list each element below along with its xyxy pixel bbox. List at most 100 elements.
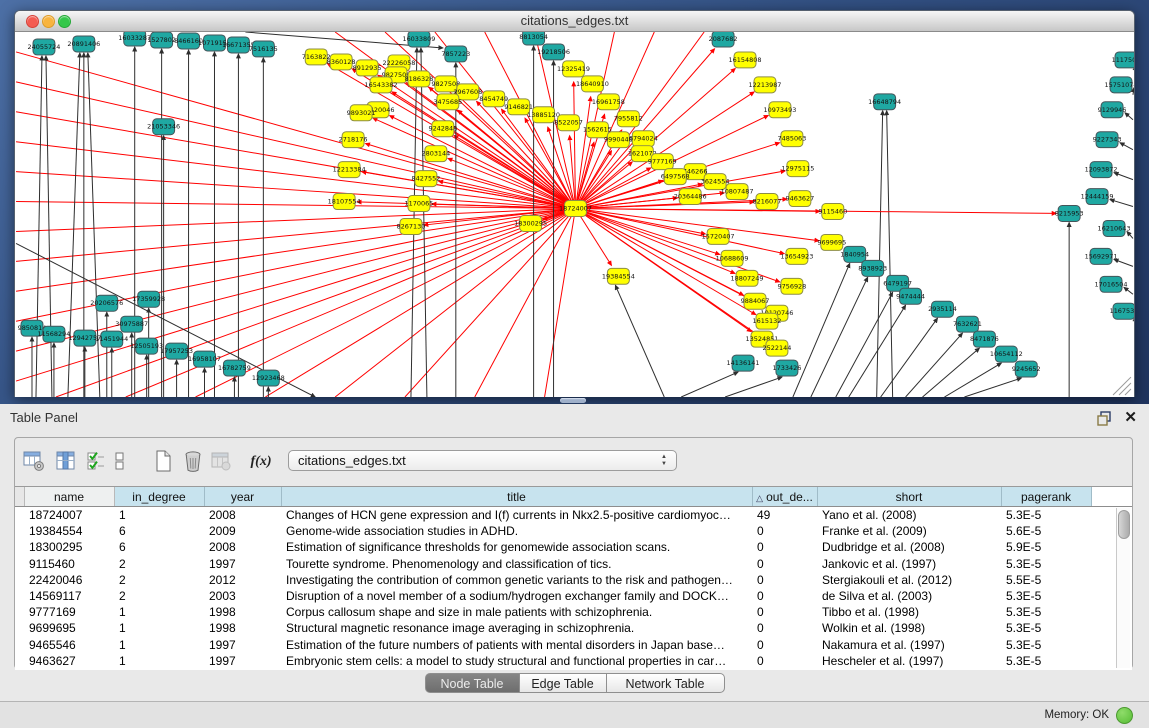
column-header-title[interactable]: title: [281, 487, 752, 507]
table-row[interactable]: 946362711997Embryonic stem cells: a mode…: [15, 653, 1132, 669]
float-panel-icon[interactable]: [1096, 410, 1113, 427]
column-header-name[interactable]: name: [24, 487, 114, 507]
table-cell[interactable]: 9115460: [24, 556, 114, 572]
show-column-button[interactable]: [53, 449, 79, 475]
network-window[interactable]: citations_edges.txt 18724007183002957163…: [14, 10, 1135, 397]
column-header-out_de...[interactable]: △out_de...: [752, 487, 817, 507]
table-cell[interactable]: 1998: [204, 620, 281, 636]
table-cell[interactable]: 49: [752, 507, 817, 524]
table-cell[interactable]: 2: [114, 572, 204, 588]
table-cell[interactable]: 5.3E-5: [1001, 588, 1091, 604]
table-cell[interactable]: 5.5E-5: [1001, 572, 1091, 588]
table-cell[interactable]: Franke et al. (2009): [817, 523, 1001, 539]
table-cell[interactable]: [15, 588, 24, 604]
table-cell[interactable]: Changes of HCN gene expression and I(f) …: [281, 507, 752, 524]
table-cell[interactable]: 2009: [204, 523, 281, 539]
tab-edge-table[interactable]: Edge Table: [520, 673, 607, 693]
table-row[interactable]: 946554611997Estimation of the future num…: [15, 637, 1132, 653]
table-cell[interactable]: [15, 507, 24, 524]
table-cell[interactable]: Tourette syndrome. Phenomenology and cla…: [281, 556, 752, 572]
table-cell[interactable]: 5.3E-5: [1001, 653, 1091, 669]
tab-network-table[interactable]: Network Table: [607, 673, 725, 693]
table-cell[interactable]: 2008: [204, 507, 281, 524]
table-cell[interactable]: Estimation of significance thresholds fo…: [281, 539, 752, 555]
table-cell[interactable]: 1: [114, 637, 204, 653]
table-cell[interactable]: [15, 637, 24, 653]
table-cell[interactable]: 0: [752, 620, 817, 636]
window-titlebar[interactable]: citations_edges.txt: [15, 11, 1134, 32]
table-cell[interactable]: 1998: [204, 604, 281, 620]
table-cell[interactable]: Jankovic et al. (1997): [817, 556, 1001, 572]
table-cell[interactable]: Estimation of the future numbers of pati…: [281, 637, 752, 653]
table-row[interactable]: 911546021997Tourette syndrome. Phenomeno…: [15, 556, 1132, 572]
table-cell[interactable]: 2012: [204, 572, 281, 588]
table-row[interactable]: 1830029562008Estimation of significance …: [15, 539, 1132, 555]
window-minimize-button[interactable]: [42, 15, 55, 28]
table-cell[interactable]: Structural magnetic resonance image aver…: [281, 620, 752, 636]
table-cell[interactable]: 0: [752, 604, 817, 620]
table-cell[interactable]: 18724007: [24, 507, 114, 524]
table-cell[interactable]: 6: [114, 523, 204, 539]
tab-node-table[interactable]: Node Table: [425, 673, 520, 693]
column-header-corner[interactable]: [15, 487, 24, 507]
table-cell[interactable]: 5.3E-5: [1001, 637, 1091, 653]
new-file-button[interactable]: [150, 449, 176, 475]
table-cell[interactable]: 5.3E-5: [1001, 604, 1091, 620]
table-cell[interactable]: [15, 572, 24, 588]
table-cell[interactable]: 0: [752, 653, 817, 669]
delete-button[interactable]: [180, 449, 206, 475]
function-builder-button[interactable]: f(x): [248, 449, 274, 475]
table-row[interactable]: 969969511998Structural magnetic resonanc…: [15, 620, 1132, 636]
table-cell[interactable]: 2: [114, 556, 204, 572]
table-cell[interactable]: 1997: [204, 556, 281, 572]
table-scrollbar-thumb[interactable]: [1118, 510, 1130, 539]
table-cell[interactable]: 0: [752, 539, 817, 555]
table-cell[interactable]: Genome-wide association studies in ADHD.: [281, 523, 752, 539]
table-cell[interactable]: Corpus callosum shape and size in male p…: [281, 604, 752, 620]
network-canvas-area[interactable]: 1872400718300295716382283601288912935222…: [15, 32, 1134, 397]
table-row[interactable]: 1938455462009Genome-wide association stu…: [15, 523, 1132, 539]
table-cell[interactable]: 2003: [204, 588, 281, 604]
table-cell[interactable]: 5.3E-5: [1001, 556, 1091, 572]
close-panel-icon[interactable]: ✕: [1124, 409, 1137, 426]
table-row[interactable]: 1872400712008Changes of HCN gene express…: [15, 507, 1132, 524]
resize-grip[interactable]: [1113, 377, 1131, 395]
table-row[interactable]: 2242004622012Investigating the contribut…: [15, 572, 1132, 588]
table-cell[interactable]: 5.3E-5: [1001, 620, 1091, 636]
table-cell[interactable]: [15, 620, 24, 636]
table-cell[interactable]: 9463627: [24, 653, 114, 669]
table-cell[interactable]: 0: [752, 556, 817, 572]
table-cell[interactable]: Wolkin et al. (1998): [817, 620, 1001, 636]
table-cell[interactable]: Dudbridge et al. (2008): [817, 539, 1001, 555]
table-row[interactable]: 977716911998Corpus callosum shape and si…: [15, 604, 1132, 620]
table-cell[interactable]: Tibbo et al. (1998): [817, 604, 1001, 620]
table-cell[interactable]: 1: [114, 507, 204, 524]
table-cell[interactable]: 5.6E-5: [1001, 523, 1091, 539]
table-selector-combo[interactable]: citations_edges.txt ▲▼: [288, 450, 677, 471]
table-cell[interactable]: 22420046: [24, 572, 114, 588]
table-cell[interactable]: 2008: [204, 539, 281, 555]
column-header-short[interactable]: short: [817, 487, 1001, 507]
table-cell[interactable]: [15, 604, 24, 620]
table-settings-button[interactable]: [21, 449, 47, 475]
panel-splitter-grip[interactable]: [560, 398, 586, 403]
table-cell[interactable]: Disruption of a novel member of a sodium…: [281, 588, 752, 604]
memory-status-indicator[interactable]: [1116, 707, 1133, 724]
window-zoom-button[interactable]: [58, 15, 71, 28]
table-cell[interactable]: 1997: [204, 653, 281, 669]
table-scrollbar[interactable]: [1116, 508, 1130, 668]
table-cell[interactable]: Yano et al. (2008): [817, 507, 1001, 524]
table-cell[interactable]: [15, 523, 24, 539]
table-cell[interactable]: 1997: [204, 637, 281, 653]
table-cell[interactable]: 0: [752, 588, 817, 604]
table-cell[interactable]: [15, 556, 24, 572]
select-columns-button[interactable]: [83, 449, 109, 475]
table-cell[interactable]: 9777169: [24, 604, 114, 620]
table-cell[interactable]: 9465546: [24, 637, 114, 653]
table-cell[interactable]: 5.9E-5: [1001, 539, 1091, 555]
table-cell[interactable]: [15, 539, 24, 555]
table-cell[interactable]: de Silva et al. (2003): [817, 588, 1001, 604]
row-height-button[interactable]: [107, 449, 133, 475]
table-cell[interactable]: 9699695: [24, 620, 114, 636]
window-close-button[interactable]: [26, 15, 39, 28]
